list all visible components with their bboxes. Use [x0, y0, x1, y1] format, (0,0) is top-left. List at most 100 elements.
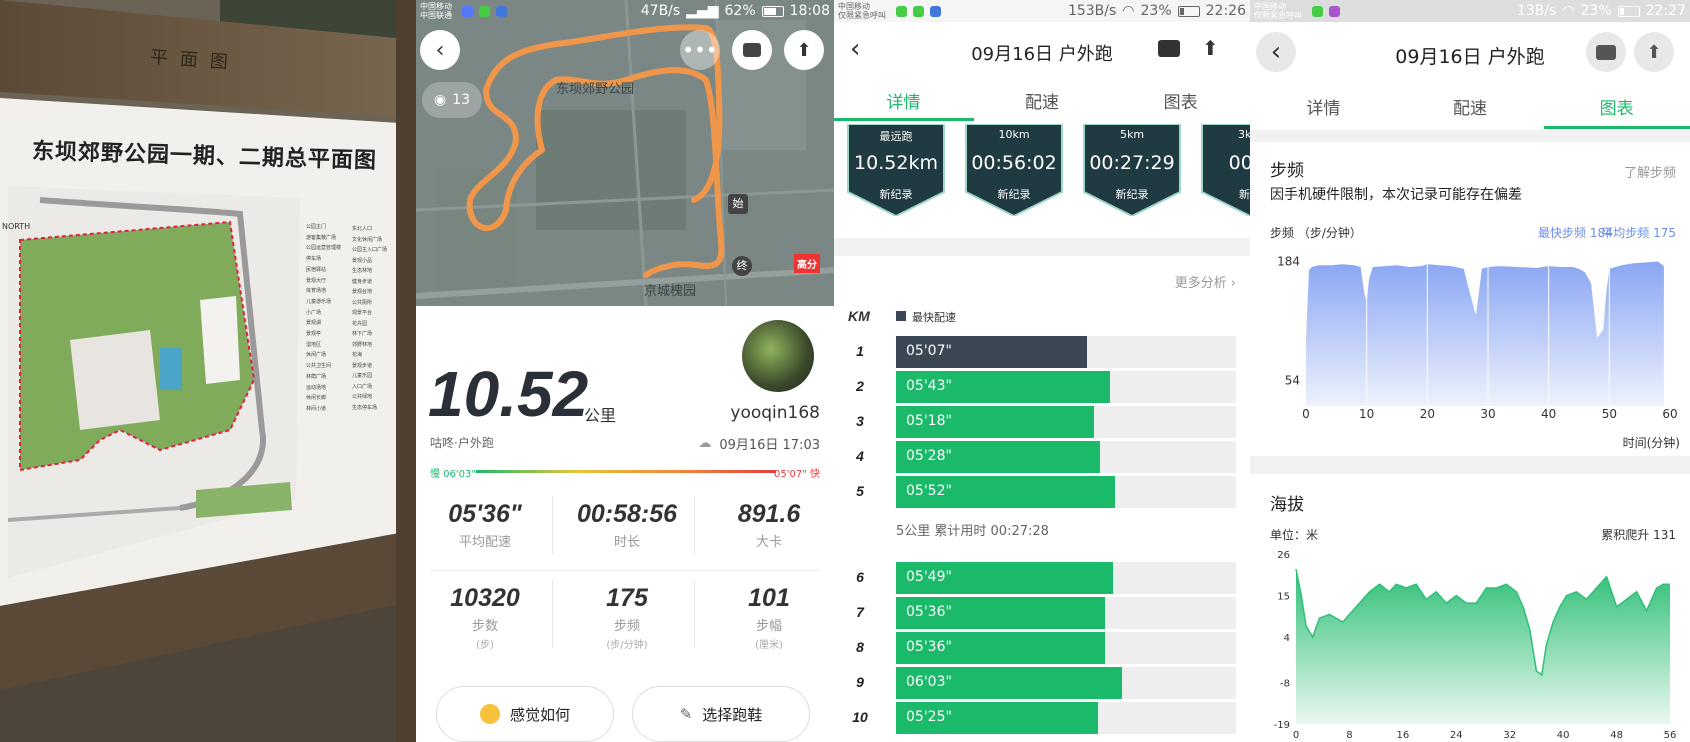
distance-unit: 公里: [584, 406, 617, 425]
stat-3: 10320 步数 (步): [420, 584, 550, 651]
split-pace: 05'28": [906, 448, 952, 464]
camera-button[interactable]: [732, 30, 772, 70]
split-pace: 05'18": [906, 413, 952, 429]
tab-pace[interactable]: 配速: [1397, 94, 1544, 119]
record-badge[interactable]: 3km 00:1 新纪: [1198, 124, 1250, 216]
split-pace: 05'49": [906, 569, 952, 585]
legend-item: 公园主入口广场: [352, 247, 388, 253]
cadence-chart: 184 54 0 10 20 30 40 50 60: [1277, 254, 1678, 421]
legend-item: 湿地区: [306, 341, 322, 348]
share-button[interactable]: ⬆: [1634, 32, 1674, 72]
clock: 22:27: [1645, 3, 1686, 19]
x-tick-label: 20: [1420, 407, 1435, 421]
legend-item: 入口广场: [352, 383, 373, 390]
tab-chart[interactable]: 图表: [1543, 94, 1690, 119]
run-date: ☁ 09月16日 17:03: [698, 434, 820, 453]
back-button[interactable]: ‹: [420, 30, 460, 70]
map-park-label: 东坝郊野公园: [556, 82, 635, 97]
share-icon: ⬆: [1646, 41, 1662, 63]
pace-gradient-bar: [476, 470, 776, 473]
app-notify-icon: [462, 5, 473, 17]
wechat-icon: [479, 5, 490, 17]
learn-cadence-link[interactable]: 了解步频: [1624, 162, 1676, 181]
elevation-title: 海拔: [1270, 495, 1304, 515]
avatar[interactable]: [742, 320, 814, 392]
app-notify-icon: [1329, 5, 1340, 17]
stat-unit: (步): [476, 640, 494, 651]
park-sign-photo: 平面图 东坝郊野公园一期、二期总平面图 NORTH 公园主门 游客集散广场 公园运营…: [0, 0, 416, 742]
tab-detail[interactable]: 详情: [1250, 94, 1397, 119]
stat-unit: (厘米): [755, 640, 783, 651]
camera-button[interactable]: [1586, 32, 1626, 72]
record-badge[interactable]: 最远跑 10.52km 新纪录: [844, 124, 948, 216]
split-km: 10: [852, 709, 868, 725]
record-badge[interactable]: 5km 00:27:29 新纪录: [1080, 124, 1184, 216]
carrier-2: 中国联通: [420, 11, 452, 20]
x-tick-label: 16: [1396, 730, 1409, 741]
feel-button[interactable]: 感觉如何: [436, 686, 614, 742]
badge-heading: 10km: [998, 128, 1030, 141]
cadence-xlabel: 时间(分钟): [1622, 436, 1680, 450]
battery-percent: 62%: [724, 3, 756, 19]
km-chip[interactable]: ◉ 13: [422, 82, 482, 118]
stat-value: 175: [606, 584, 648, 612]
legend-item: 林间小道: [306, 405, 327, 412]
stat-value: 891.6: [737, 500, 801, 528]
legend-item: 健身步道: [352, 278, 373, 285]
legend-item: 公共卫生间: [306, 363, 332, 370]
page-title: 09月16日 户外跑: [971, 44, 1113, 65]
legend-item: 公共绿地: [352, 394, 373, 400]
divider: [552, 496, 553, 554]
cadence-avg: 平均步频 175: [1601, 226, 1676, 240]
split-km: 6: [856, 569, 864, 585]
legend-item: 花卉园: [352, 320, 368, 327]
carrier: 中国移动: [838, 2, 870, 11]
signal-icon: ▂▄▆: [686, 3, 719, 19]
split-row: 5 05'52": [834, 474, 1250, 508]
more-button[interactable]: •••: [680, 30, 720, 70]
north-label: NORTH: [2, 222, 31, 231]
share-icon: ⬆: [1202, 36, 1219, 60]
x-tick-label: 40: [1541, 407, 1556, 421]
stat-label: 步幅: [755, 619, 782, 634]
sign-legend-left: 公园主门 游客集散广场 公园运营管理楼 停车场 民宿驿站 景观大厅 体育场地 儿童游乐场 小广场…: [306, 222, 341, 415]
legend-item: 景观大厅: [306, 277, 327, 284]
x-tick-label: 0: [1302, 407, 1310, 421]
split-km: 9: [856, 674, 864, 690]
tab-chart[interactable]: 图表: [1111, 88, 1250, 113]
share-button[interactable]: ⬆: [1202, 36, 1219, 60]
tab-indicator: [834, 118, 974, 121]
score-badge: 高分: [794, 254, 820, 273]
split-row: 4 05'28": [834, 439, 1250, 473]
clock: 18:08: [789, 3, 830, 19]
area-fill: [1306, 261, 1664, 406]
tab-pace[interactable]: 配速: [973, 88, 1112, 113]
divider: [694, 496, 695, 554]
x-tick-label: 40: [1557, 730, 1570, 741]
choose-shoe-button[interactable]: ✎ 选择跑鞋: [632, 686, 810, 742]
status-bar: 中国移动 仅限紧急呼叫 13B/s ◠ 23% 22:27: [1250, 0, 1690, 22]
stat-1: 00:58:56 时长: [562, 500, 692, 550]
stat-label: 步数: [471, 619, 498, 634]
legend-item: 民宿驿站: [306, 266, 327, 273]
legend-item: 休闲长廊: [306, 395, 327, 402]
share-button[interactable]: ⬆: [784, 30, 824, 70]
split-km: 7: [856, 604, 864, 620]
split-km: 1: [856, 343, 864, 359]
stat-label: 大卡: [755, 535, 782, 550]
legend-item: 景观小品: [352, 257, 373, 264]
tab-detail[interactable]: 详情: [834, 88, 973, 113]
more-dots-icon: •••: [682, 38, 718, 62]
carrier-sub: 仅限紧急呼叫: [1254, 11, 1302, 20]
camera-button[interactable]: [1158, 40, 1180, 57]
more-analysis-link[interactable]: 更多分析 ›: [1175, 272, 1236, 291]
wechat-icon: [896, 5, 907, 17]
split-pace: 05'36": [906, 604, 952, 620]
split-pace: 06'03": [906, 674, 952, 690]
record-badge[interactable]: 10km 00:56:02 新纪录: [962, 124, 1066, 216]
username[interactable]: yooqin168: [730, 403, 820, 423]
smile-icon: [479, 704, 500, 724]
legend-item: 东北入口: [352, 226, 373, 232]
badge-heading: 最远跑: [879, 130, 913, 143]
y-tick-label: 15: [1277, 592, 1290, 603]
